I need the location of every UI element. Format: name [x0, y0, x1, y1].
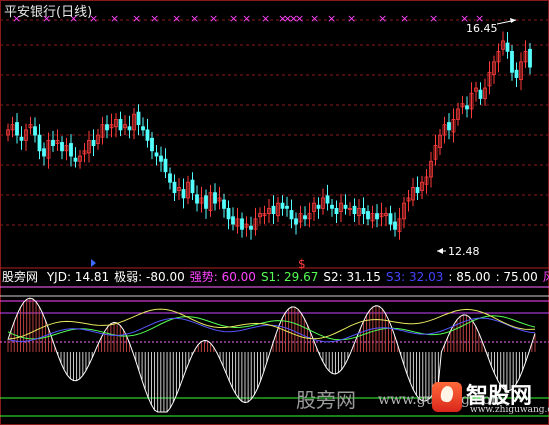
cross-marker-6: ×	[150, 12, 159, 25]
indicator-site-label: 股旁网	[2, 270, 39, 284]
candle-body	[393, 221, 397, 230]
dollar-marker: $	[298, 257, 306, 271]
candle-body	[289, 210, 294, 220]
watermark-site: 股旁网	[296, 388, 356, 412]
cross-marker-8: ×	[190, 12, 199, 25]
candle-body	[343, 204, 348, 209]
candle-body	[181, 189, 186, 199]
indicator-value-4: S2: 31.15	[323, 270, 381, 284]
candle-body	[73, 157, 78, 162]
candle-body	[168, 173, 172, 183]
candle-body	[285, 205, 289, 209]
candle-body	[145, 129, 150, 141]
candle-body	[528, 48, 532, 68]
candle-body	[303, 215, 307, 220]
cross-marker-4: ×	[110, 12, 119, 25]
candle-body	[240, 218, 244, 230]
candle-body	[42, 148, 46, 157]
indicator-line-yjd	[7, 308, 536, 340]
candle-body	[505, 42, 510, 52]
cross-marker-5: ×	[132, 12, 141, 25]
candle-body	[271, 205, 276, 215]
indicator-value-1: 极弱: -80.00	[114, 270, 185, 284]
indicator-value-8: 风险: 80.0	[542, 270, 549, 284]
candle-body	[514, 69, 519, 78]
candle-body	[388, 213, 393, 225]
candle-body	[150, 137, 154, 152]
candle-body	[375, 213, 379, 220]
candle-body	[60, 142, 64, 152]
candle-body	[172, 181, 177, 194]
indicator-value-2: 强势: 60.00	[189, 270, 256, 284]
cross-marker-10: ×	[229, 12, 238, 25]
chart-canvas[interactable]: × × × × × × × × × × × × × ×××× × × × × × × × ×16.4512.48$	[0, 0, 549, 425]
cross-marker-22: ×	[429, 12, 438, 25]
candle-body	[118, 119, 123, 131]
cross-marker-19: ×	[347, 12, 356, 25]
candle-body	[222, 199, 226, 209]
high-arrow-head	[510, 18, 516, 23]
candle-body	[447, 122, 451, 131]
candle-body	[91, 139, 96, 146]
candle-body	[195, 194, 199, 204]
brand-logo-icon	[432, 382, 462, 412]
indicator-value-7: : 75.00	[495, 270, 538, 284]
indicator-value-6: : 85.00	[448, 270, 491, 284]
cross-marker-20: ×	[378, 12, 387, 25]
indicator-line-s1	[7, 315, 536, 341]
chart-title: 平安银行(日线)	[4, 5, 93, 20]
candle-body	[127, 126, 132, 131]
candle-body	[415, 187, 420, 194]
candle-body	[294, 218, 298, 225]
cross-marker-18: ×	[327, 12, 336, 25]
candle-body	[204, 195, 208, 209]
candle-body	[316, 204, 321, 209]
candle-body	[141, 126, 145, 131]
indicator-value-5: S3: 32.03	[385, 270, 444, 284]
candle-body	[280, 202, 285, 209]
stock-chart-window: × × × × × × × × × × × × × × × × × × × × × × × × × 16.45 12.48 $ 平安银…	[0, 0, 549, 425]
candle-body	[15, 122, 19, 136]
cross-marker-9: ×	[209, 12, 218, 25]
candle-body	[478, 89, 483, 99]
candle-body	[226, 207, 231, 220]
indicator-value-0: YJD: 14.81	[46, 270, 110, 284]
indicator-readout-bar: 股旁网 YJD: 14.81 极弱: -80.00 强势: 60.00 S1: 29.…	[2, 270, 549, 285]
cross-marker-11: ×	[242, 12, 251, 25]
candle-body	[105, 124, 109, 131]
candle-body	[352, 205, 357, 215]
candle-body	[190, 179, 195, 194]
candle-body	[465, 105, 469, 110]
candle-body	[361, 207, 366, 215]
cross-marker-16: ×	[295, 12, 304, 25]
low-price-label: 12.48	[448, 245, 480, 258]
candle-body	[366, 211, 370, 220]
cross-marker-12: ×	[261, 12, 270, 25]
candle-body	[249, 225, 253, 230]
candle-body	[330, 204, 334, 209]
high-price-label: 16.45	[466, 22, 498, 35]
candle-body	[136, 111, 141, 126]
candle-body	[154, 152, 159, 157]
indicator-value-3: S1: 29.67	[260, 270, 319, 284]
candle-body	[159, 155, 163, 162]
candle-body	[33, 126, 37, 136]
candle-body	[325, 195, 330, 204]
candle-body	[69, 143, 73, 157]
cross-marker-7: ×	[172, 12, 181, 25]
candle-body	[213, 192, 217, 204]
candle-body	[334, 207, 339, 215]
candle-body	[51, 139, 55, 146]
candle-body	[163, 158, 168, 173]
candle-body	[510, 50, 514, 73]
low-arrow-head	[437, 248, 443, 254]
signal-arrow-marker	[91, 259, 96, 267]
cross-marker-17: ×	[310, 12, 319, 25]
cross-marker-21: ×	[400, 12, 409, 25]
candle-body	[231, 216, 235, 225]
candle-body	[19, 136, 24, 141]
watermark-brand-url: www.zhiguwang.com	[470, 405, 549, 415]
candle-body	[37, 134, 42, 152]
